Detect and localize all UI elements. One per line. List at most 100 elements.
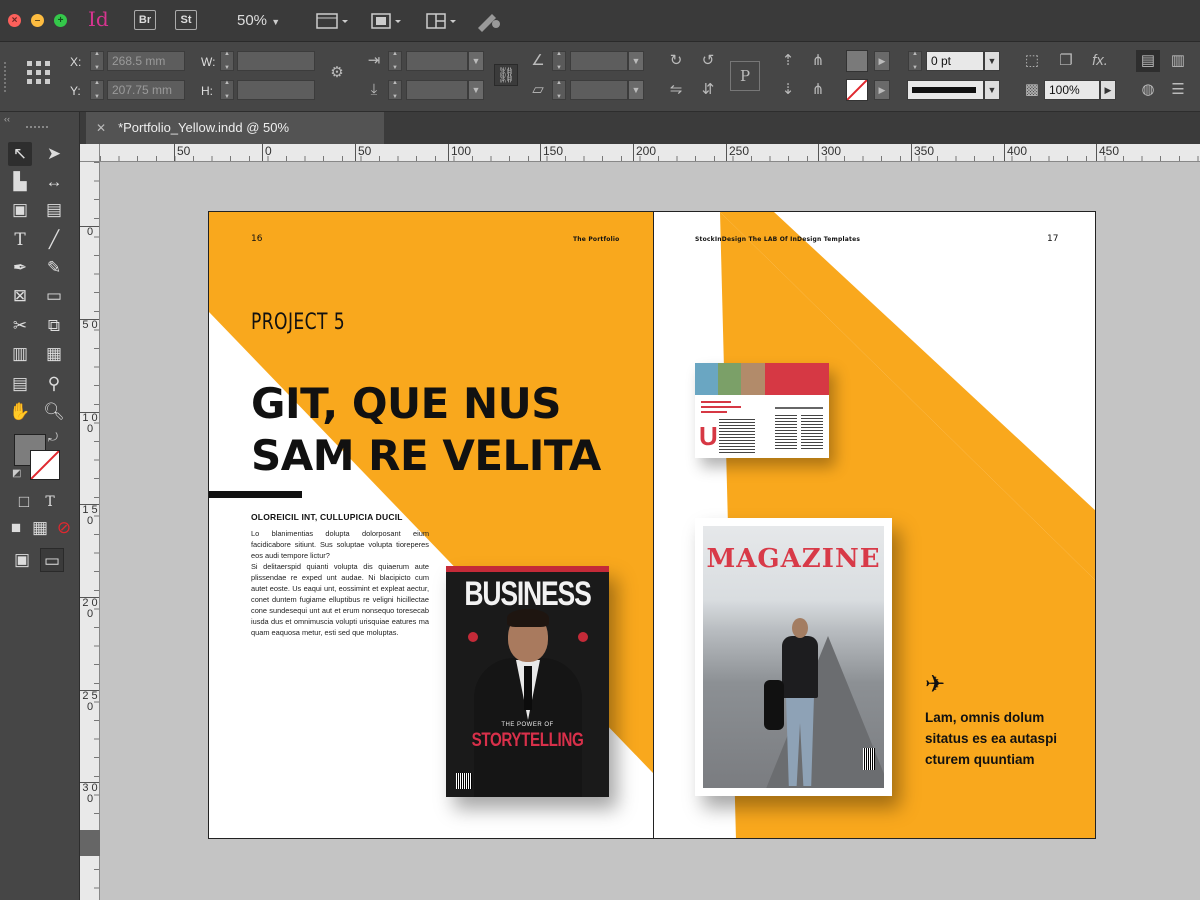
document-spread[interactable]: 16 The Portfolio PROJECT 5 GIT, QUE NUS … [208,211,1096,839]
stroke-weight-stepper[interactable] [908,51,922,71]
fill-swatch[interactable] [846,50,868,72]
flip-horizontal-icon[interactable]: ⇋ [664,79,688,101]
zoom-tool-icon[interactable]: 🔍︎ [42,400,66,424]
minimize-window-button[interactable]: – [31,14,44,27]
rotation-field[interactable] [570,51,628,71]
panel-grip[interactable] [26,126,48,130]
text-wrap-jump-icon[interactable]: ☰ [1166,79,1190,101]
rotate-counterclockwise-icon[interactable]: ↺ [696,50,720,72]
fill-dropdown[interactable]: ▶ [874,51,890,71]
content-placer-tool-icon[interactable]: ▤ [42,198,66,222]
stroke-weight-field[interactable]: 0 pt [926,51,984,71]
vertical-ruler[interactable]: 0 5 0 1 0 0 1 5 0 2 0 0 2 5 0 3 0 0 [80,162,100,900]
scale-y-field[interactable] [406,80,468,100]
page-tool-icon[interactable]: ▙ [8,170,32,194]
select-previous-icon[interactable]: ⋔ [806,79,830,101]
scale-y-stepper[interactable] [388,80,402,100]
close-tab-icon[interactable]: ✕ [96,121,106,135]
reference-point-selector[interactable] [24,58,54,88]
brochure-spread-thumbnail[interactable]: U [695,363,829,458]
pen-tool-icon[interactable]: ✒ [8,256,32,280]
free-transform-tool-icon[interactable]: ⧉ [42,314,66,338]
rectangle-tool-icon[interactable]: ▭ [42,284,66,308]
select-next-icon[interactable]: ⋔ [806,50,830,72]
swap-colors-icon[interactable]: ⤾ [48,430,58,445]
gradient-feather-tool-icon[interactable]: ▦ [42,342,66,366]
stock-button[interactable]: St [175,10,197,30]
arrange-documents-button[interactable] [425,10,459,32]
zoom-level-dropdown[interactable]: 50% ▼ [237,12,280,29]
content-collector-tool-icon[interactable]: ▣ [8,198,32,222]
zoom-window-button[interactable]: + [54,14,67,27]
document-tab[interactable]: ✕ *Portfolio_Yellow.indd @ 50% [86,112,384,144]
select-container-icon[interactable]: ⇡ [776,50,800,72]
shear-stepper[interactable] [552,80,566,100]
default-colors-icon[interactable]: ◩ [12,468,21,479]
direct-selection-tool-icon[interactable]: ➤ [42,142,66,166]
p-icon[interactable]: P [730,61,760,91]
text-wrap-bounding-icon[interactable]: ▥ [1166,50,1190,72]
opacity-dropdown[interactable]: ▶ [1100,80,1116,100]
rotation-stepper[interactable] [552,51,566,71]
shear-field[interactable] [570,80,628,100]
gradient-swatch-tool-icon[interactable]: ▥ [8,342,32,366]
horizontal-ruler[interactable]: 50 0 50 100 150 200 250 300 350 400 450 [100,144,1200,162]
opacity-field[interactable]: 100% [1044,80,1100,100]
frame-fitting-icon[interactable]: ⬚ [1020,50,1044,72]
eyedropper-tool-icon[interactable]: ⚲ [42,372,66,396]
scroll-indicator[interactable] [80,830,100,856]
w-stepper[interactable] [220,51,234,71]
y-stepper[interactable] [90,80,104,100]
bridge-button[interactable]: Br [134,10,156,30]
apply-gradient-icon[interactable]: ▦ [28,516,52,540]
formatting-container-icon[interactable]: □ [12,490,36,514]
caption-text[interactable]: Lam, omnis dolum sitatus es ea autaspi c… [925,707,1065,770]
apply-color-icon[interactable]: ■ [4,516,28,540]
line-tool-icon[interactable]: ╱ [42,228,66,252]
pencil-tool-icon[interactable]: ✎ [42,256,66,280]
rotate-clockwise-icon[interactable]: ↻ [664,50,688,72]
body-text-frame[interactable]: Lo blanimentias dolupta dolorposant eium… [251,528,429,638]
selection-tool-icon[interactable]: ↖ [8,142,32,166]
stroke-type-dropdown[interactable]: ▼ [984,80,1000,100]
effects-icon[interactable]: fx. [1088,50,1112,72]
h-stepper[interactable] [220,80,234,100]
stroke-dropdown[interactable]: ▶ [874,80,890,100]
scale-x-field[interactable] [406,51,468,71]
note-tool-icon[interactable]: ▤ [8,372,32,396]
hand-tool-icon[interactable]: ✋ [8,400,32,424]
height-field[interactable] [237,80,315,100]
apply-none-icon[interactable]: ⊘ [52,516,76,540]
project-label[interactable]: PROJECT 5 [251,310,345,335]
stroke-swatch[interactable] [846,79,868,101]
normal-view-icon[interactable]: ▣ [10,548,34,572]
x-position-field[interactable]: 268.5 mm [107,51,185,71]
subheading[interactable]: OLOREICIL INT, CULLUPICIA DUCIL [251,512,403,522]
screen-mode-button[interactable] [370,10,404,32]
stroke-type-field[interactable] [907,80,984,100]
text-wrap-none-icon[interactable]: ▤ [1136,50,1160,72]
rotation-dropdown[interactable]: ▼ [628,51,644,71]
headline[interactable]: GIT, QUE NUS SAM RE VELITA [251,378,631,482]
shear-dropdown[interactable]: ▼ [628,80,644,100]
gap-tool-icon[interactable]: ↔ [42,170,66,194]
text-wrap-shape-icon[interactable]: ◍ [1136,79,1160,101]
chain-link-icon[interactable]: ⛓ [494,64,518,86]
scissors-tool-icon[interactable]: ✂ [8,314,32,338]
rectangle-frame-tool-icon[interactable]: ⊠ [8,284,32,308]
stroke-weight-dropdown[interactable]: ▼ [984,51,1000,71]
stroke-color-swatch[interactable] [30,450,60,480]
scale-x-dropdown[interactable]: ▼ [468,51,484,71]
width-field[interactable] [237,51,315,71]
x-stepper[interactable] [90,51,104,71]
type-tool-icon[interactable]: T [8,228,32,252]
constrain-proportions-icon[interactable]: ⚙ [325,62,349,84]
magazine-cover[interactable]: MAGAZINE [695,518,892,796]
scale-x-stepper[interactable] [388,51,402,71]
flip-vertical-icon[interactable]: ⇵ [696,79,720,101]
collapse-panel-icon[interactable]: ‹‹ [4,114,10,124]
view-options-button[interactable] [316,10,350,32]
ruler-origin[interactable] [80,144,100,162]
formatting-text-icon[interactable]: T [38,490,62,514]
preview-mode-icon[interactable]: ▭ [40,548,64,572]
